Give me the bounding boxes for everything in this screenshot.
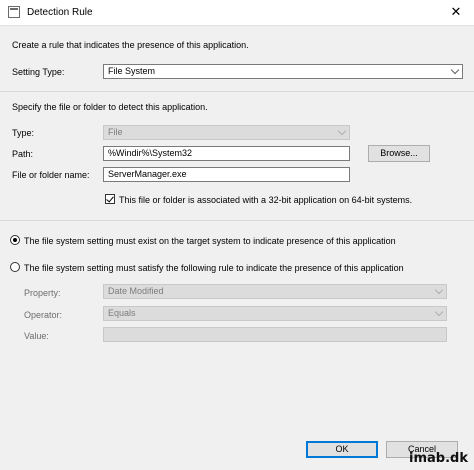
file-name-input[interactable]: ServerManager.exe bbox=[103, 167, 350, 182]
type-dropdown: File bbox=[103, 125, 350, 140]
chevron-down-icon bbox=[434, 285, 444, 295]
chevron-down-icon bbox=[337, 126, 347, 136]
value-input bbox=[103, 327, 447, 342]
path-value: %Windir%\System32 bbox=[108, 148, 193, 158]
path-input[interactable]: %Windir%\System32 bbox=[103, 146, 350, 161]
setting-type-value: File System bbox=[108, 66, 156, 76]
intro-text: Create a rule that indicates the presenc… bbox=[12, 40, 249, 50]
divider bbox=[0, 220, 474, 221]
operator-label: Operator: bbox=[24, 310, 63, 320]
radio-exist-label: The file system setting must exist on th… bbox=[24, 236, 396, 246]
file-name-label: File or folder name: bbox=[12, 170, 90, 180]
browse-button[interactable]: Browse... bbox=[368, 145, 430, 162]
type-value: File bbox=[108, 127, 123, 137]
setting-type-dropdown[interactable]: File System bbox=[103, 64, 463, 79]
ok-button[interactable]: OK bbox=[306, 441, 378, 458]
type-label: Type: bbox=[12, 128, 35, 138]
radio-exist[interactable] bbox=[10, 235, 20, 245]
window-app-icon bbox=[8, 6, 20, 18]
bit32-checkbox[interactable] bbox=[105, 194, 115, 204]
operator-dropdown: Equals bbox=[103, 306, 447, 321]
watermark: imab.dk bbox=[409, 451, 468, 466]
close-icon[interactable]: ✕ bbox=[448, 4, 464, 20]
bit32-label: This file or folder is associated with a… bbox=[119, 195, 413, 205]
chevron-down-icon bbox=[450, 65, 460, 75]
window-title: Detection Rule bbox=[27, 7, 93, 18]
setting-type-label: Setting Type: bbox=[12, 67, 65, 77]
file-name-value: ServerManager.exe bbox=[108, 169, 187, 179]
operator-value: Equals bbox=[108, 308, 136, 318]
chevron-down-icon bbox=[434, 307, 444, 317]
property-label: Property: bbox=[24, 288, 61, 298]
radio-rule-label: The file system setting must satisfy the… bbox=[24, 263, 404, 273]
specify-text: Specify the file or folder to detect thi… bbox=[12, 102, 208, 112]
property-dropdown: Date Modified bbox=[103, 284, 447, 299]
property-value: Date Modified bbox=[108, 286, 164, 296]
path-label: Path: bbox=[12, 149, 34, 159]
divider bbox=[0, 91, 474, 92]
radio-rule[interactable] bbox=[10, 262, 20, 272]
value-label: Value: bbox=[24, 331, 49, 341]
